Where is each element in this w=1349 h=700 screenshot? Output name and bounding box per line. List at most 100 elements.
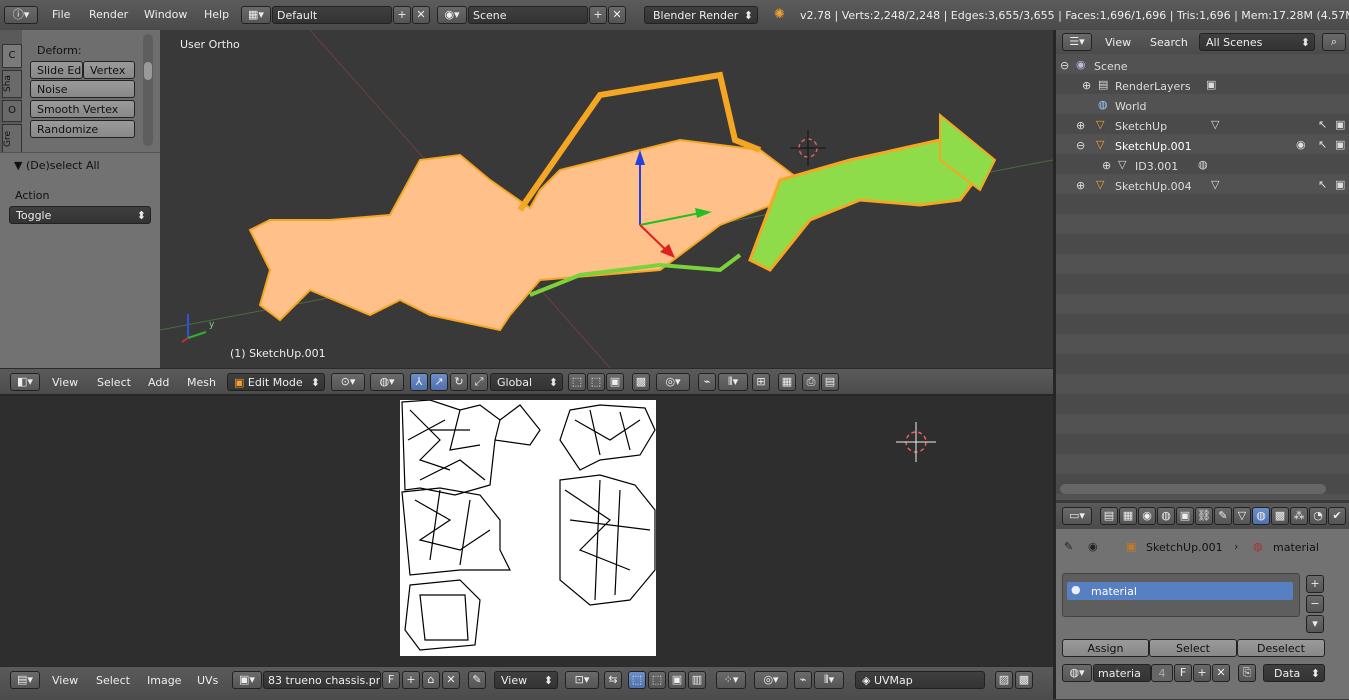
uv-menu-view[interactable]: View	[52, 674, 78, 687]
outliner-row-sketchup004[interactable]: ⊕ ▽ SketchUp.004 ▽ ↖ ▣	[1056, 176, 1349, 196]
scene-tab-icon[interactable]: ◉	[1138, 507, 1156, 525]
collapse-icon[interactable]: ⊖	[1076, 139, 1085, 152]
uv-island-select-icon[interactable]: ▥	[688, 671, 706, 689]
outliner-filter-dropdown[interactable]: All Scenes ⬍	[1199, 33, 1315, 51]
outliner-hscrollbar[interactable]	[1060, 484, 1326, 494]
menu-window[interactable]: Window	[144, 8, 187, 21]
material-link-icon[interactable]: ⎘	[1238, 664, 1256, 682]
image-mode-dropdown[interactable]: View ⬍	[494, 671, 558, 689]
tab-grease-pencil[interactable]: Gre	[2, 124, 22, 154]
limit-selection-icon[interactable]: ▩	[632, 373, 650, 391]
rotate-manipulator-icon[interactable]: ↻	[450, 373, 468, 391]
menu-mesh[interactable]: Mesh	[187, 376, 216, 389]
scrollbar-thumb[interactable]	[144, 62, 152, 80]
snap-toggle-icon[interactable]: ⌁	[698, 373, 716, 391]
uv-face-select-icon[interactable]: ▣	[668, 671, 686, 689]
texture-tab-icon[interactable]: ▩	[1271, 507, 1289, 525]
face-select-icon[interactable]: ▣	[606, 373, 624, 391]
outliner-menu-search[interactable]: Search	[1150, 36, 1188, 49]
outliner-row-renderlayers[interactable]: ⊕ ▤ RenderLayers ▣	[1056, 76, 1349, 96]
uv-proportional-edit-icon[interactable]: ◎▾	[754, 671, 788, 689]
search-icon[interactable]: ⌕	[1322, 33, 1346, 51]
orientation-dropdown[interactable]: Global ⬍	[490, 373, 563, 391]
smooth-vertex-button[interactable]: Smooth Vertex	[30, 100, 135, 118]
expand-icon[interactable]: ⊕	[1076, 119, 1085, 132]
particles-tab-icon[interactable]: ⁂	[1290, 507, 1308, 525]
add-slot-icon[interactable]: +	[1306, 575, 1324, 593]
add-scene-icon[interactable]: +	[589, 6, 607, 24]
data-tab-icon[interactable]: ▽	[1233, 507, 1251, 525]
outliner-row-world[interactable]: ◍ World	[1056, 96, 1349, 116]
tab-c[interactable]: C	[2, 44, 22, 68]
scene-icon[interactable]: ◉▾	[437, 6, 467, 24]
uv-snap-element-icon[interactable]: ⦀▾	[814, 671, 844, 689]
image-name-field[interactable]: 83 trueno chassis.png	[263, 671, 381, 689]
scale-manipulator-icon[interactable]: ⤢	[470, 373, 488, 391]
channels-icon[interactable]: ▩	[1015, 671, 1033, 689]
scene-check-icon[interactable]: ✔	[1328, 507, 1346, 525]
uv-image-editor[interactable]	[0, 396, 1053, 666]
render-toggle-icon[interactable]: ▣	[1335, 118, 1345, 131]
scene-field[interactable]: Scene	[468, 6, 588, 24]
translate-manipulator-icon[interactable]: ↗	[430, 373, 448, 391]
material-fake-user-button[interactable]: F	[1174, 664, 1192, 682]
3d-viewport[interactable]: User Ortho y (1) SketchUp.001	[160, 30, 1053, 368]
menu-add[interactable]: Add	[148, 376, 169, 389]
uv-snap-toggle-icon[interactable]: ⌁	[794, 671, 812, 689]
collapse-icon[interactable]: ⊖	[1060, 59, 1069, 72]
uvmap-selector[interactable]: ◈ UVMap	[855, 671, 985, 689]
outliner-row-sketchup[interactable]: ⊕ ▽ SketchUp ▽ ↖ ▣	[1056, 116, 1349, 136]
paint-mask-icon[interactable]: ▨	[995, 671, 1013, 689]
render-engine-dropdown[interactable]: Blender Render ⬍	[644, 6, 758, 24]
visibility-eye-icon[interactable]: ◉	[1296, 138, 1306, 151]
material-browse-icon[interactable]: ◍▾	[1062, 664, 1092, 682]
material-name-field[interactable]: materia	[1093, 664, 1151, 682]
vertex-select-icon[interactable]: ⬚	[568, 373, 586, 391]
deselect-button[interactable]: Deselect	[1237, 639, 1325, 657]
render-tab-icon[interactable]: ▤	[1100, 507, 1118, 525]
menu-render[interactable]: Render	[89, 8, 128, 21]
material-users-count[interactable]: 4	[1151, 664, 1173, 682]
snap-target-icon[interactable]: ⊞	[752, 373, 770, 391]
outliner-row-sketchup001[interactable]: ⊖ ▽ SketchUp.001 ◉ ↖ ▣	[1056, 136, 1349, 156]
expand-icon[interactable]: ⊕	[1102, 159, 1111, 172]
material-tab-icon[interactable]: ◍	[1252, 507, 1270, 525]
menu-help[interactable]: Help	[204, 8, 229, 21]
uv-menu-image[interactable]: Image	[147, 674, 181, 687]
action-dropdown[interactable]: Toggle ⬍	[9, 206, 151, 224]
editor-type-outliner-icon[interactable]: ☰▾	[1062, 33, 1092, 51]
uv-texture-image[interactable]	[400, 400, 656, 656]
new-image-icon[interactable]: +	[402, 671, 420, 689]
material-link-dropdown[interactable]: Data ⬍	[1263, 664, 1325, 682]
pivot-point-icon[interactable]: ⊙▾	[331, 373, 365, 391]
slide-edge-button[interactable]: Slide Ed	[30, 61, 83, 79]
select-cursor-icon[interactable]: ↖	[1318, 178, 1327, 191]
modifiers-tab-icon[interactable]: ✎	[1214, 507, 1232, 525]
physics-tab-icon[interactable]: ◔	[1309, 507, 1327, 525]
outliner-row-scene[interactable]: ⊖ ◉ Scene	[1056, 56, 1349, 76]
render-toggle-icon[interactable]: ▣	[1335, 178, 1345, 191]
uv-pivot-icon[interactable]: ⊡▾	[565, 671, 599, 689]
randomize-button[interactable]: Randomize	[30, 120, 135, 138]
slot-specials-icon[interactable]: ▾	[1306, 615, 1324, 633]
remove-layout-icon[interactable]: ✕	[412, 6, 430, 24]
pin-image-icon[interactable]: ✎	[468, 671, 486, 689]
select-cursor-icon[interactable]: ↖	[1318, 138, 1327, 151]
screen-layout-icon[interactable]: ▦▾	[241, 6, 271, 24]
material-slot-item[interactable]: ● material	[1067, 582, 1293, 600]
tab-options[interactable]: O	[2, 100, 22, 122]
fake-user-button[interactable]: F	[382, 671, 400, 689]
manipulator-toggle-icon[interactable]: ⅄	[410, 373, 428, 391]
object-tab-icon[interactable]: ▣	[1176, 507, 1194, 525]
noise-button[interactable]: Noise	[30, 80, 135, 98]
new-material-icon[interactable]: +	[1193, 664, 1211, 682]
remove-slot-icon[interactable]: −	[1306, 595, 1324, 613]
editor-type-uv-icon[interactable]: ▤▾	[10, 671, 40, 689]
expand-icon[interactable]: ⊕	[1076, 179, 1085, 192]
mode-dropdown[interactable]: ▣ Edit Mode ⬍	[227, 373, 325, 391]
add-layout-icon[interactable]: +	[393, 6, 411, 24]
select-cursor-icon[interactable]: ↖	[1318, 118, 1327, 131]
editor-type-properties-icon[interactable]: ▭▾	[1062, 507, 1092, 525]
uv-edge-select-icon[interactable]: ⬚	[648, 671, 666, 689]
sticky-selection-icon[interactable]: ⁘▾	[716, 671, 746, 689]
